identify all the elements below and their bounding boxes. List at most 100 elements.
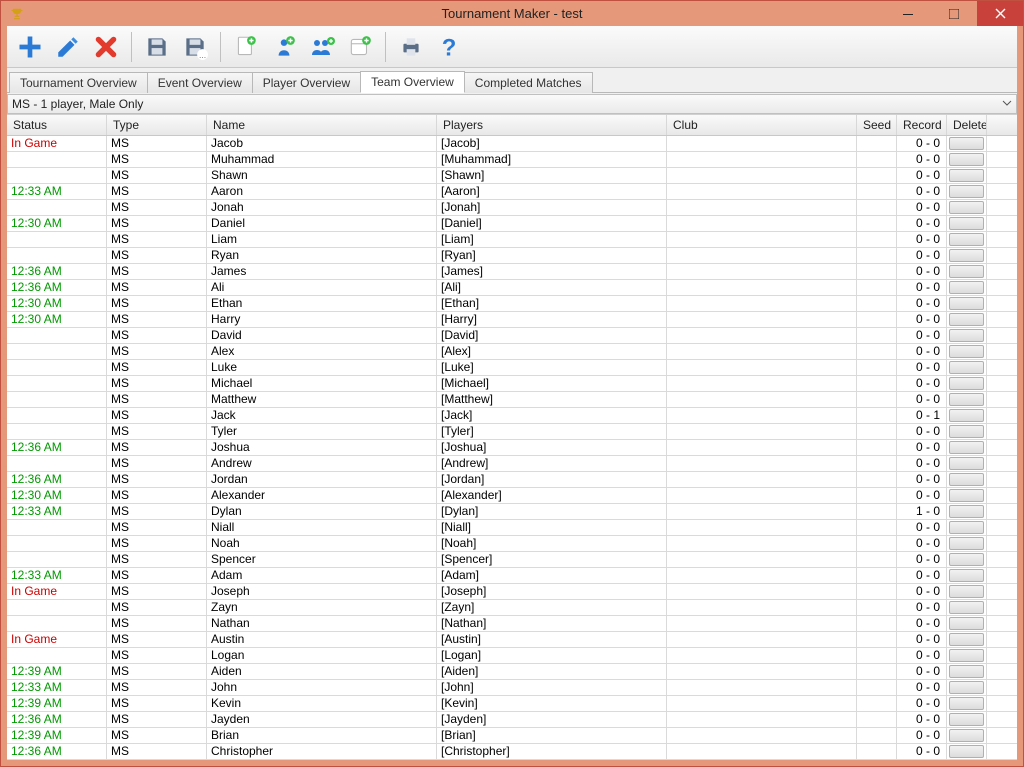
table-row[interactable]: MSMuhammad[Muhammad]0 - 0 bbox=[7, 152, 1017, 168]
col-players[interactable]: Players bbox=[437, 115, 667, 135]
print-button[interactable] bbox=[394, 30, 428, 64]
add-event-button[interactable] bbox=[343, 30, 377, 64]
table-row[interactable]: MSShawn[Shawn]0 - 0 bbox=[7, 168, 1017, 184]
col-record[interactable]: Record bbox=[897, 115, 947, 135]
delete-row-button[interactable] bbox=[949, 745, 984, 758]
tab-completed-matches[interactable]: Completed Matches bbox=[464, 72, 593, 93]
save-as-button[interactable]: ... bbox=[178, 30, 212, 64]
delete-row-button[interactable] bbox=[949, 441, 984, 454]
table-row[interactable]: 12:39 AMMSKevin[Kevin]0 - 0 bbox=[7, 696, 1017, 712]
table-row[interactable]: In GameMSJoseph[Joseph]0 - 0 bbox=[7, 584, 1017, 600]
delete-row-button[interactable] bbox=[949, 713, 984, 726]
table-row[interactable]: 12:39 AMMSAiden[Aiden]0 - 0 bbox=[7, 664, 1017, 680]
table-row[interactable]: MSAndrew[Andrew]0 - 0 bbox=[7, 456, 1017, 472]
delete-row-button[interactable] bbox=[949, 409, 984, 422]
add-team-button[interactable] bbox=[305, 30, 339, 64]
titlebar[interactable]: Tournament Maker - test bbox=[1, 1, 1023, 26]
delete-row-button[interactable] bbox=[949, 313, 984, 326]
col-club[interactable]: Club bbox=[667, 115, 857, 135]
delete-row-button[interactable] bbox=[949, 345, 984, 358]
col-status[interactable]: Status bbox=[7, 115, 107, 135]
table-row[interactable]: MSJack[Jack]0 - 1 bbox=[7, 408, 1017, 424]
tab-player-overview[interactable]: Player Overview bbox=[252, 72, 361, 93]
table-row[interactable]: 12:36 AMMSChristopher[Christopher]0 - 0 bbox=[7, 744, 1017, 760]
delete-row-button[interactable] bbox=[949, 697, 984, 710]
delete-row-button[interactable] bbox=[949, 537, 984, 550]
delete-row-button[interactable] bbox=[949, 457, 984, 470]
table-row[interactable]: 12:36 AMMSJayden[Jayden]0 - 0 bbox=[7, 712, 1017, 728]
table-row[interactable]: MSAlex[Alex]0 - 0 bbox=[7, 344, 1017, 360]
table-row[interactable]: In GameMSJacob[Jacob]0 - 0 bbox=[7, 136, 1017, 152]
add-player-button[interactable] bbox=[267, 30, 301, 64]
table-row[interactable]: MSMatthew[Matthew]0 - 0 bbox=[7, 392, 1017, 408]
delete-row-button[interactable] bbox=[949, 489, 984, 502]
delete-row-button[interactable] bbox=[949, 585, 984, 598]
table-row[interactable]: MSDavid[David]0 - 0 bbox=[7, 328, 1017, 344]
delete-row-button[interactable] bbox=[949, 377, 984, 390]
delete-row-button[interactable] bbox=[949, 185, 984, 198]
delete-row-button[interactable] bbox=[949, 505, 984, 518]
table-row[interactable]: 12:36 AMMSJordan[Jordan]0 - 0 bbox=[7, 472, 1017, 488]
delete-row-button[interactable] bbox=[949, 425, 984, 438]
delete-row-button[interactable] bbox=[949, 233, 984, 246]
delete-row-button[interactable] bbox=[949, 569, 984, 582]
delete-row-button[interactable] bbox=[949, 649, 984, 662]
table-row[interactable]: 12:30 AMMSAlexander[Alexander]0 - 0 bbox=[7, 488, 1017, 504]
help-button[interactable]: ? bbox=[432, 30, 466, 64]
table-row[interactable]: 12:36 AMMSJames[James]0 - 0 bbox=[7, 264, 1017, 280]
table-row[interactable]: MSMichael[Michael]0 - 0 bbox=[7, 376, 1017, 392]
table-row[interactable]: 12:30 AMMSEthan[Ethan]0 - 0 bbox=[7, 296, 1017, 312]
table-row[interactable]: 12:30 AMMSHarry[Harry]0 - 0 bbox=[7, 312, 1017, 328]
col-delete[interactable]: Delete bbox=[947, 115, 987, 135]
col-name[interactable]: Name bbox=[207, 115, 437, 135]
table-row[interactable]: MSJonah[Jonah]0 - 0 bbox=[7, 200, 1017, 216]
table-row[interactable]: 12:36 AMMSJoshua[Joshua]0 - 0 bbox=[7, 440, 1017, 456]
delete-row-button[interactable] bbox=[949, 249, 984, 262]
delete-row-button[interactable] bbox=[949, 729, 984, 742]
delete-row-button[interactable] bbox=[949, 169, 984, 182]
table-row[interactable]: In GameMSAustin[Austin]0 - 0 bbox=[7, 632, 1017, 648]
grid-body[interactable]: In GameMSJacob[Jacob]0 - 0MSMuhammad[Muh… bbox=[7, 136, 1017, 760]
delete-row-button[interactable] bbox=[949, 521, 984, 534]
table-row[interactable]: 12:36 AMMSAli[Ali]0 - 0 bbox=[7, 280, 1017, 296]
event-dropdown[interactable]: MS - 1 player, Male Only bbox=[7, 94, 1017, 114]
maximize-button[interactable] bbox=[931, 1, 977, 26]
col-seed[interactable]: Seed bbox=[857, 115, 897, 135]
table-row[interactable]: 12:33 AMMSJohn[John]0 - 0 bbox=[7, 680, 1017, 696]
delete-row-button[interactable] bbox=[949, 393, 984, 406]
table-row[interactable]: MSRyan[Ryan]0 - 0 bbox=[7, 248, 1017, 264]
delete-row-button[interactable] bbox=[949, 633, 984, 646]
delete-row-button[interactable] bbox=[949, 329, 984, 342]
close-button[interactable] bbox=[977, 1, 1023, 26]
table-row[interactable]: MSTyler[Tyler]0 - 0 bbox=[7, 424, 1017, 440]
table-row[interactable]: MSNiall[Niall]0 - 0 bbox=[7, 520, 1017, 536]
delete-row-button[interactable] bbox=[949, 137, 984, 150]
tab-tournament-overview[interactable]: Tournament Overview bbox=[9, 72, 148, 93]
table-row[interactable]: 12:39 AMMSBrian[Brian]0 - 0 bbox=[7, 728, 1017, 744]
save-button[interactable] bbox=[140, 30, 174, 64]
table-row[interactable]: MSLiam[Liam]0 - 0 bbox=[7, 232, 1017, 248]
delete-button[interactable] bbox=[89, 30, 123, 64]
delete-row-button[interactable] bbox=[949, 265, 984, 278]
delete-row-button[interactable] bbox=[949, 153, 984, 166]
delete-row-button[interactable] bbox=[949, 617, 984, 630]
tab-team-overview[interactable]: Team Overview bbox=[360, 71, 465, 93]
delete-row-button[interactable] bbox=[949, 601, 984, 614]
new-document-button[interactable] bbox=[229, 30, 263, 64]
table-row[interactable]: MSNathan[Nathan]0 - 0 bbox=[7, 616, 1017, 632]
table-row[interactable]: MSLuke[Luke]0 - 0 bbox=[7, 360, 1017, 376]
table-row[interactable]: MSSpencer[Spencer]0 - 0 bbox=[7, 552, 1017, 568]
edit-button[interactable] bbox=[51, 30, 85, 64]
delete-row-button[interactable] bbox=[949, 665, 984, 678]
table-row[interactable]: 12:30 AMMSDaniel[Daniel]0 - 0 bbox=[7, 216, 1017, 232]
table-row[interactable]: MSNoah[Noah]0 - 0 bbox=[7, 536, 1017, 552]
minimize-button[interactable] bbox=[885, 1, 931, 26]
delete-row-button[interactable] bbox=[949, 281, 984, 294]
tab-event-overview[interactable]: Event Overview bbox=[147, 72, 253, 93]
delete-row-button[interactable] bbox=[949, 553, 984, 566]
delete-row-button[interactable] bbox=[949, 473, 984, 486]
delete-row-button[interactable] bbox=[949, 217, 984, 230]
table-row[interactable]: 12:33 AMMSDylan[Dylan]1 - 0 bbox=[7, 504, 1017, 520]
col-type[interactable]: Type bbox=[107, 115, 207, 135]
delete-row-button[interactable] bbox=[949, 681, 984, 694]
